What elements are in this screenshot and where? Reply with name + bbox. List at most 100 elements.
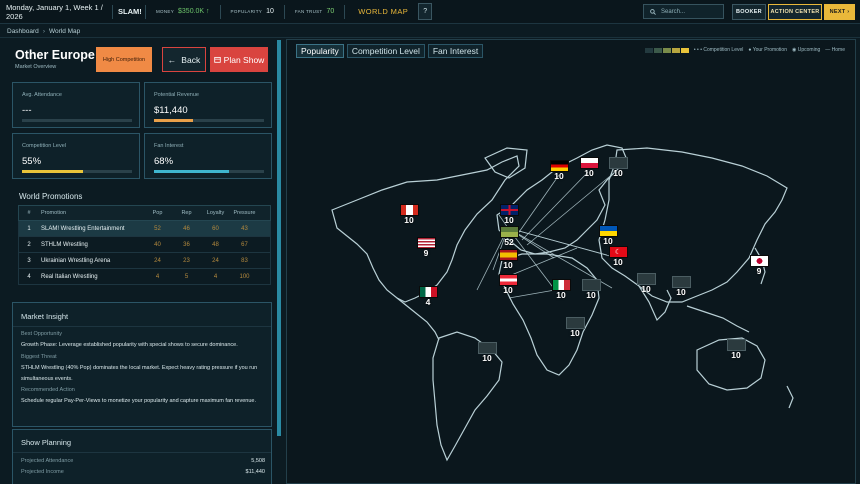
col-rep: Rep — [181, 210, 192, 216]
fan-trust-label: FAN TRUST — [294, 9, 323, 14]
world-map[interactable] — [287, 40, 857, 484]
marker-value: 10 — [482, 353, 492, 363]
fan-interest-bar — [154, 170, 264, 173]
col-rank: # — [27, 210, 31, 216]
calendar-icon — [213, 56, 221, 63]
col-pop: Pop — [152, 210, 163, 216]
map-marker-ukraine[interactable]: 10 — [598, 225, 618, 246]
map-marker-japan[interactable]: 9 — [749, 255, 769, 276]
map-marker-canada[interactable]: 10 — [399, 204, 419, 225]
table-row[interactable]: 4 Real Italian Wrestling 4 5 4 100 — [18, 269, 271, 285]
projected-attendance-label: Projected Attendance — [21, 458, 74, 464]
col-promotion: Promotion — [41, 210, 67, 216]
threat-text: STHLM Wrestling (40% Pop) dominates the … — [21, 365, 258, 382]
world-map-panel: Popularity Competition Level Fan Interes… — [286, 39, 856, 484]
marker-value: 52 — [504, 237, 514, 247]
row-name: Ukrainian Wrestling Arena — [41, 257, 111, 264]
plan-show-label: Plan Show — [223, 54, 265, 65]
marker-value: 10 — [584, 168, 594, 178]
market-insight-card: Market Insight Best Opportunity Growth P… — [12, 302, 272, 427]
map-marker-region[interactable]: 10 — [726, 339, 746, 360]
row-pressure: 43 — [241, 225, 248, 232]
map-marker-mexico[interactable]: 4 — [418, 286, 438, 307]
row-rep: 23 — [183, 257, 190, 264]
map-marker-uk[interactable]: 10 — [499, 204, 519, 225]
projected-income-value: $11,440 — [245, 469, 265, 475]
continent-southeast-asia — [686, 305, 750, 333]
map-marker-region[interactable]: 10 — [671, 276, 691, 297]
divider — [145, 4, 146, 19]
map-marker-usa[interactable]: 9 — [416, 237, 436, 258]
opportunity-label: Best Opportunity — [21, 331, 62, 337]
table-row[interactable]: 3 Ukrainian Wrestling Arena 24 23 24 83 — [18, 253, 271, 269]
row-rank: 2 — [27, 241, 31, 248]
action-text: Schedule regular Pay-Per-Views to moneti… — [21, 398, 256, 404]
world-map-link[interactable]: WORLD MAP — [350, 7, 416, 16]
row-pop: 40 — [154, 241, 161, 248]
table-row[interactable]: 1 SLAM! Wrestling Entertainment 52 46 60… — [18, 221, 271, 237]
row-pressure: 67 — [241, 241, 248, 248]
map-marker-germany[interactable]: 10 — [549, 160, 569, 181]
threat-label: Biggest Threat — [21, 354, 57, 360]
map-marker-poland[interactable]: 10 — [579, 157, 599, 178]
booker-button[interactable]: BOOKER — [732, 4, 766, 20]
competition-bar — [22, 170, 132, 173]
projected-income-label: Projected Income — [21, 469, 64, 475]
map-marker-region[interactable]: 10 — [581, 279, 601, 300]
attendance-label: Avg. Attendance — [22, 92, 62, 98]
revenue-label: Potential Revenue — [154, 92, 199, 98]
back-button[interactable]: ← Back — [162, 47, 206, 72]
scrollbar-thumb[interactable] — [277, 40, 281, 436]
row-loyalty: 4 — [213, 273, 218, 280]
divider — [219, 4, 221, 19]
revenue-value: $11,440 — [154, 105, 188, 116]
marker-value: 10 — [613, 257, 623, 267]
map-marker-austria[interactable]: 10 — [498, 274, 518, 295]
divider — [344, 4, 346, 19]
breadcrumb-dashboard[interactable]: Dashboard — [7, 28, 39, 35]
map-marker-region[interactable]: 10 — [477, 342, 497, 363]
map-marker-other-europe[interactable]: 52 — [499, 226, 519, 247]
projected-attendance-row: Projected Attendance 5,508 — [21, 458, 265, 464]
map-marker-spain[interactable]: 10 — [498, 249, 518, 270]
popularity-value: 10 — [266, 8, 274, 15]
fan-interest-label: Fan Interest — [154, 143, 184, 149]
map-marker-region[interactable]: 10 — [608, 157, 628, 178]
plan-show-button[interactable]: Plan Show — [210, 47, 268, 72]
marker-value: 10 — [641, 284, 651, 294]
row-loyalty: 48 — [212, 241, 219, 248]
table-row[interactable]: 2 STHLM Wrestling 40 36 48 67 — [18, 237, 271, 253]
search-input[interactable]: Search... — [643, 4, 724, 19]
row-pressure: 100 — [239, 273, 250, 280]
divider — [283, 4, 285, 19]
map-marker-turkey[interactable]: ☾ 10 — [608, 246, 628, 267]
marker-value: 9 — [756, 266, 762, 276]
col-loyalty: Loyalty — [206, 210, 225, 216]
projected-attendance-value: 5,508 — [251, 458, 265, 464]
continent-north-america — [331, 155, 520, 303]
promotion-name: SLAM! — [118, 7, 142, 16]
breadcrumb: Dashboard › World Map — [7, 26, 80, 36]
map-marker-region[interactable]: 10 — [565, 317, 585, 338]
fan-trust-stat: FAN TRUST 70 — [290, 8, 339, 15]
action-center-button[interactable]: ACTION CENTER — [768, 4, 822, 20]
col-pressure: Pressure — [233, 210, 256, 216]
marker-value: 10 — [586, 290, 596, 300]
breadcrumb-current: World Map — [48, 27, 81, 35]
arrow-left-icon: ← — [167, 54, 177, 65]
help-button[interactable]: ? — [418, 3, 433, 20]
map-marker-italy[interactable]: 10 — [551, 279, 571, 300]
divider — [13, 326, 271, 327]
search-icon — [650, 8, 656, 15]
money-stat: MONEY $350.0K ↑ — [151, 8, 215, 15]
marker-value: 10 — [404, 215, 414, 225]
search-placeholder: Search... — [661, 8, 686, 15]
row-rep: 46 — [183, 225, 190, 232]
fan-interest-card: Fan Interest 68% — [144, 133, 272, 179]
back-label: Back — [181, 54, 201, 65]
next-button[interactable]: NEXT › — [824, 4, 855, 20]
marker-value: 10 — [554, 171, 564, 181]
map-marker-region[interactable]: 10 — [636, 273, 656, 294]
row-pop: 4 — [155, 273, 160, 280]
top-bar: Monday, January 1, Week 1 / 2026 SLAM! M… — [0, 0, 860, 24]
